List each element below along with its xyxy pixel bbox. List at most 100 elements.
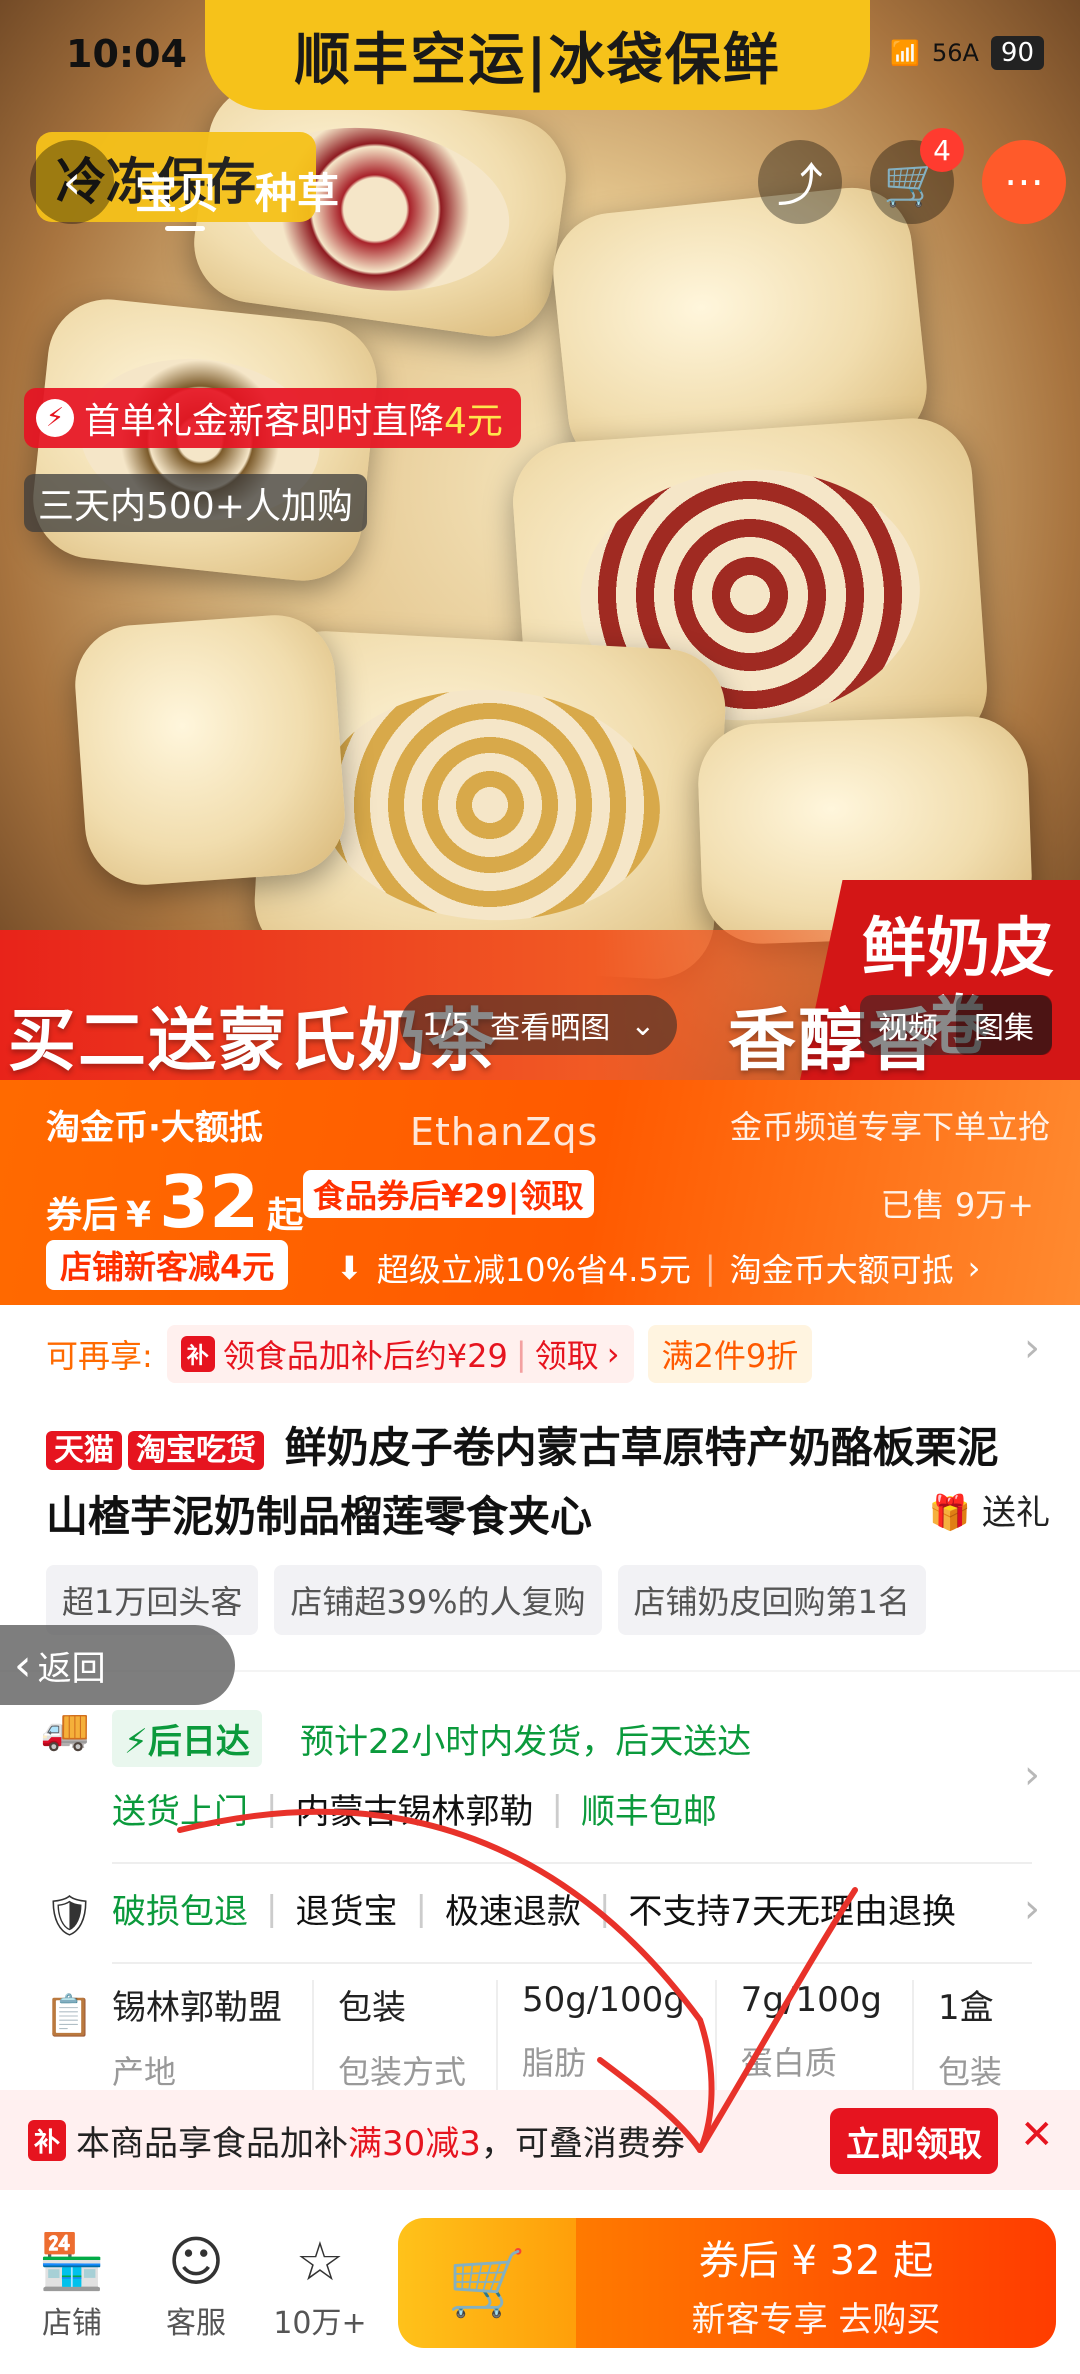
also-enjoy-label: 可再享:: [46, 1337, 153, 1375]
guarantee-return-insurance: 退货宝: [295, 1892, 398, 1932]
taobao-foodie-tag: 淘宝吃货: [128, 1430, 264, 1470]
gift-chip-text: 首单礼金新客即时直降: [84, 401, 445, 442]
spec-item: 50g/100g 脂肪: [522, 1980, 717, 2093]
cart-plus-icon: 🛒: [447, 2246, 527, 2321]
coin-channel-text: 金币频道专享下单立抢: [729, 1108, 1050, 1146]
coin-deduct-label: 淘金币·大额抵: [46, 1108, 263, 1148]
door-delivery: 送货上门: [112, 1792, 248, 1832]
add-to-cart-button[interactable]: 🛒: [398, 2218, 576, 2348]
tab-video[interactable]: 视频: [860, 1003, 956, 1047]
subsidy-chip[interactable]: 补 领食品加补后约¥29 | 领取 ›: [166, 1325, 634, 1383]
product-info-card: 可再享: 补 领食品加补后约¥29 | 领取 › 满2件9折 › 天猫 淘宝吃货 …: [0, 1305, 1080, 1670]
after-coupon-label: 券后: [46, 1195, 119, 1236]
shipping-banner: 顺丰空运|冰袋保鲜: [205, 0, 870, 110]
subsidy-chip-text: 领食品加补后约¥29: [222, 1337, 508, 1375]
shop-button[interactable]: 🏪 店铺: [22, 2230, 122, 2342]
more-button[interactable]: ⋯: [982, 140, 1066, 224]
gift-label: 送礼: [982, 1493, 1050, 1533]
tab-gallery[interactable]: 图集: [956, 995, 1052, 1055]
claim-now-button[interactable]: 立即领取: [830, 2108, 998, 2174]
chevron-right-icon[interactable]: ›: [1024, 1325, 1040, 1371]
origin: 内蒙古锡林郭勒: [295, 1792, 534, 1832]
media-tabs: 视频 图集: [860, 995, 1052, 1055]
status-bar-icons: 📶 56A 90: [890, 36, 1044, 70]
customer-service-button[interactable]: ☺ 客服: [146, 2230, 246, 2342]
share-button[interactable]: ⤴: [758, 140, 842, 224]
subsidy-highlight: 满30减3: [348, 2123, 481, 2164]
store-icon: 🏪: [38, 2230, 106, 2293]
product-page: 顺丰空运|冰袋保鲜 10:04 📶 56A 90 冷冻保存 ‹ 宝贝 种草 ⤴ …: [0, 0, 1080, 2374]
lightning-icon: ⚡: [124, 1722, 148, 1762]
image-counter[interactable]: 1/5 查看晒图 ⌄: [400, 995, 678, 1055]
return-button[interactable]: ‹ 返回: [0, 1625, 235, 1705]
gift-icon: 🎁: [928, 1493, 972, 1533]
buy-price-line: 券后 ¥ 32 起: [698, 2238, 934, 2284]
spec-item: 1盒 包装: [937, 1988, 1002, 2091]
divider: [112, 1962, 1032, 1964]
discount-chip[interactable]: 满2件9折: [647, 1325, 813, 1383]
tab-grass[interactable]: 种草: [255, 160, 339, 221]
buy-subline: 新客专享 去购买: [691, 2300, 941, 2340]
food-coupon-button[interactable]: 食品券后¥29|领取: [303, 1170, 594, 1218]
subsidy-suffix: ，可叠消费券: [480, 2123, 685, 2164]
subsidy-prefix: 本商品享食品加补: [76, 2123, 349, 2164]
price-after-coupon: 券后 ¥ 32 起: [46, 1160, 303, 1244]
chevron-left-icon: ‹: [62, 155, 82, 209]
fast-delivery-tag: ⚡后日达: [112, 1710, 262, 1767]
wifi-icon: 📶: [890, 39, 920, 67]
buy-now-button[interactable]: 券后 ¥ 32 起 新客专享 去购买: [576, 2218, 1056, 2348]
guarantee-fast-refund: 极速退款: [444, 1892, 581, 1932]
spec-row[interactable]: 锡林郭勒盟 产地 包装 包装方式 50g/100g 脂肪 7g/100g 蛋白质 1盒包…: [112, 1980, 1056, 2093]
view-photos-link[interactable]: 查看晒图: [490, 1003, 610, 1047]
delivery-details-row[interactable]: 送货上门 | 内蒙古锡林郭勒 | 顺丰包邮: [112, 1784, 717, 1833]
gift-chip-amount: 4元: [444, 401, 503, 442]
guarantee-row[interactable]: 破损包退 | 退货宝 | 极速退款 | 不支持7天无理由退换: [112, 1884, 956, 1933]
spec-item: 7g/100g 蛋白质: [741, 1980, 914, 2093]
shop-new-customer-badge: 店铺新客减4元: [46, 1240, 289, 1290]
network-label: 56A: [931, 39, 979, 67]
subsidy-text: 本商品享食品加补满30减3，可叠消费券: [76, 2116, 685, 2165]
chevron-down-icon: ⌄: [630, 1007, 656, 1043]
pill-repurchase-rank: 店铺奶皮回购第1名: [617, 1565, 926, 1635]
truck-icon: 🚚: [40, 1707, 90, 1753]
shop-label: 店铺: [42, 2306, 102, 2341]
gift-button[interactable]: 🎁 送礼: [929, 1485, 1050, 1534]
watermark: EthanZqs: [410, 1110, 599, 1154]
chevron-left-icon: ‹: [14, 1639, 32, 1691]
pill-repurchase-rate: 店铺超39%的人复购: [274, 1565, 602, 1635]
spec-item: 锡林郭勒盟 产地: [112, 1980, 314, 2093]
shield-icon: 🛡: [44, 1893, 95, 1939]
also-enjoy-row[interactable]: 可再享: 补 领食品加补后约¥29 | 领取 › 满2件9折: [46, 1325, 813, 1383]
product-image[interactable]: 顺丰空运|冰袋保鲜 10:04 📶 56A 90 冷冻保存 ‹ 宝贝 种草 ⤴ …: [0, 0, 1080, 1080]
price-amount: 32: [159, 1160, 260, 1244]
counter-value: 1/5: [422, 1007, 471, 1043]
close-icon[interactable]: ✕: [1020, 2112, 1054, 2158]
status-time: 10:04: [66, 32, 187, 76]
cart-button[interactable]: 🛒 4: [870, 128, 964, 224]
chevron-right-icon[interactable]: ›: [1024, 1752, 1040, 1798]
price-band: 淘金币·大额抵 EthanZqs 金币频道专享下单立抢 券后 ¥ 32 起 食品…: [0, 1080, 1080, 1305]
chevron-right-icon: ›: [967, 1249, 981, 1287]
delivery-eta: 预计22小时内发货，后天送达: [300, 1722, 752, 1762]
add-to-cart-stat-chip: 三天内500+人加购: [24, 474, 367, 532]
favorite-button[interactable]: ☆ 10万+: [270, 2230, 370, 2342]
tab-item[interactable]: 宝贝: [135, 160, 219, 221]
subsidy-icon: 补: [180, 1336, 215, 1372]
subsidy-claim-text: 领取: [534, 1337, 599, 1375]
tmall-tag: 天猫: [46, 1430, 122, 1470]
chevron-right-icon[interactable]: ›: [1024, 1886, 1040, 1932]
cart-count-badge: 4: [920, 128, 964, 172]
battery-icon: 90: [990, 36, 1044, 70]
divider: [112, 1862, 1032, 1864]
back-button[interactable]: ‹: [30, 140, 114, 224]
super-reduce-text: 超级立减10%省4.5元: [376, 1251, 691, 1289]
new-customer-gift-chip: ⚡ 首单礼金新客即时直降 4元: [24, 388, 521, 448]
guarantee-no-7day: 不支持7天无理由退换: [628, 1892, 957, 1932]
currency: ¥: [126, 1195, 152, 1236]
guarantee-damage: 破损包退: [112, 1892, 248, 1932]
sold-count: 已售 9万+: [880, 1186, 1034, 1224]
super-reduce-row[interactable]: ⬇ 超级立减10%省4.5元 | 淘金币大额可抵 ›: [336, 1245, 980, 1291]
arrow-down-icon: ⬇: [336, 1249, 363, 1287]
shipping-free: 顺丰包邮: [580, 1792, 717, 1832]
share-icon: ⤴: [777, 158, 823, 212]
